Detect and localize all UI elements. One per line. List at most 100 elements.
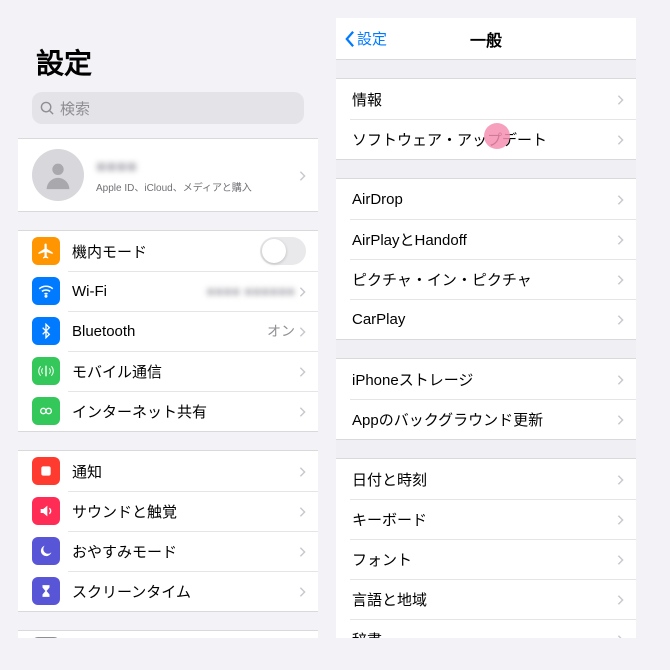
locale-group: 日付と時刻 キーボード フォント 言語と地域 辞書 — [336, 458, 636, 638]
chevron-right-icon — [617, 473, 624, 485]
chevron-right-icon — [299, 169, 306, 181]
dnd-label: おやすみモード — [72, 541, 299, 562]
bgapp-label: Appのバックグラウンド更新 — [352, 409, 617, 430]
screentime-row[interactable]: スクリーンタイム — [18, 571, 318, 611]
airdrop-row[interactable]: AirDrop — [336, 179, 636, 219]
chevron-right-icon — [617, 273, 624, 285]
datetime-label: 日付と時刻 — [352, 469, 617, 490]
screentime-label: スクリーンタイム — [72, 581, 299, 602]
gear-icon — [32, 637, 60, 638]
chevron-right-icon — [617, 513, 624, 525]
hotspot-row[interactable]: インターネット共有 — [18, 391, 318, 431]
navbar-title: 一般 — [470, 27, 502, 51]
carplay-row[interactable]: CarPlay — [336, 299, 636, 339]
chevron-right-icon — [617, 233, 624, 245]
airplane-icon — [32, 237, 60, 265]
font-row[interactable]: フォント — [336, 539, 636, 579]
airdrop-label: AirDrop — [352, 191, 617, 208]
connectivity-group: 機内モード Wi-Fi ■■■■ ■■■■■■ Bluetooth オン モバイ… — [18, 230, 318, 432]
chevron-right-icon — [299, 325, 306, 337]
dict-row[interactable]: 辞書 — [336, 619, 636, 638]
pip-row[interactable]: ピクチャ・イン・ピクチャ — [336, 259, 636, 299]
storage-row[interactable]: iPhoneストレージ — [336, 359, 636, 399]
airplay-label: AirPlayとHandoff — [352, 229, 617, 250]
font-label: フォント — [352, 549, 617, 570]
chevron-right-icon — [617, 633, 624, 638]
system-group: 一般 コントロールセンター — [18, 630, 318, 638]
pip-label: ピクチャ・イン・ピクチャ — [352, 269, 617, 290]
wifi-icon — [32, 277, 60, 305]
notifications-label: 通知 — [72, 461, 299, 482]
about-group: 情報 ソフトウェア・アップデート — [336, 78, 636, 160]
appleid-sub: Apple ID、iCloud、メディアと購入 — [96, 179, 299, 194]
about-label: 情報 — [352, 89, 617, 110]
storage-group: iPhoneストレージ Appのバックグラウンド更新 — [336, 358, 636, 440]
sharing-group: AirDrop AirPlayとHandoff ピクチャ・イン・ピクチャ Car… — [336, 178, 636, 340]
bluetooth-row[interactable]: Bluetooth オン — [18, 311, 318, 351]
navbar: 設定 一般 — [336, 18, 636, 60]
search-input[interactable]: 検索 — [32, 92, 304, 124]
chevron-right-icon — [617, 593, 624, 605]
sounds-label: サウンドと触覚 — [72, 501, 299, 522]
update-row[interactable]: ソフトウェア・アップデート — [336, 119, 636, 159]
carplay-label: CarPlay — [352, 311, 617, 328]
back-label: 設定 — [357, 28, 387, 49]
keyboard-label: キーボード — [352, 509, 617, 530]
chevron-right-icon — [299, 505, 306, 517]
notifications-group: 通知 サウンドと触覚 おやすみモード スクリーンタイム — [18, 450, 318, 612]
storage-label: iPhoneストレージ — [352, 369, 617, 390]
moon-icon — [32, 537, 60, 565]
bluetooth-value: オン — [267, 321, 295, 341]
cellular-row[interactable]: モバイル通信 — [18, 351, 318, 391]
search-placeholder: 検索 — [60, 98, 90, 119]
chevron-right-icon — [299, 545, 306, 557]
airplane-label: 機内モード — [72, 241, 260, 262]
appleid-row[interactable]: ■■■■ Apple ID、iCloud、メディアと購入 — [18, 139, 318, 211]
appleid-name: ■■■■ — [96, 157, 299, 177]
general-screen: 設定 一般 情報 ソフトウェア・アップデート AirDrop AirPlayとH… — [336, 18, 636, 638]
appleid-group: ■■■■ Apple ID、iCloud、メディアと購入 — [18, 138, 318, 212]
cellular-label: モバイル通信 — [72, 361, 299, 382]
notifications-row[interactable]: 通知 — [18, 451, 318, 491]
update-label: ソフトウェア・アップデート — [352, 129, 617, 150]
wifi-label: Wi-Fi — [72, 283, 207, 300]
sounds-row[interactable]: サウンドと触覚 — [18, 491, 318, 531]
hotspot-label: インターネット共有 — [72, 401, 299, 422]
wifi-row[interactable]: Wi-Fi ■■■■ ■■■■■■ — [18, 271, 318, 311]
settings-root-screen: 設定 検索 ■■■■ Apple ID、iCloud、メディアと購入 機内モード… — [18, 18, 318, 638]
chevron-right-icon — [617, 133, 624, 145]
chevron-right-icon — [617, 193, 624, 205]
chevron-right-icon — [617, 93, 624, 105]
hotspot-icon — [32, 397, 60, 425]
chevron-right-icon — [299, 465, 306, 477]
avatar — [32, 149, 84, 201]
airplane-toggle[interactable] — [260, 237, 306, 265]
chevron-right-icon — [617, 373, 624, 385]
page-title: 設定 — [18, 18, 318, 92]
bluetooth-label: Bluetooth — [72, 323, 267, 340]
airplay-row[interactable]: AirPlayとHandoff — [336, 219, 636, 259]
airplane-row[interactable]: 機内モード — [18, 231, 318, 271]
about-row[interactable]: 情報 — [336, 79, 636, 119]
datetime-row[interactable]: 日付と時刻 — [336, 459, 636, 499]
keyboard-row[interactable]: キーボード — [336, 499, 636, 539]
chevron-right-icon — [299, 405, 306, 417]
chevron-right-icon — [299, 365, 306, 377]
general-row[interactable]: 一般 — [18, 631, 318, 638]
dnd-row[interactable]: おやすみモード — [18, 531, 318, 571]
search-icon — [40, 101, 55, 116]
lang-label: 言語と地域 — [352, 589, 617, 610]
chevron-right-icon — [617, 413, 624, 425]
cellular-icon — [32, 357, 60, 385]
chevron-left-icon — [344, 30, 355, 48]
chevron-right-icon — [617, 313, 624, 325]
wifi-value: ■■■■ ■■■■■■ — [207, 283, 295, 299]
back-button[interactable]: 設定 — [344, 28, 387, 49]
lang-row[interactable]: 言語と地域 — [336, 579, 636, 619]
bgapp-row[interactable]: Appのバックグラウンド更新 — [336, 399, 636, 439]
bluetooth-icon — [32, 317, 60, 345]
sounds-icon — [32, 497, 60, 525]
chevron-right-icon — [299, 285, 306, 297]
chevron-right-icon — [299, 585, 306, 597]
notifications-icon — [32, 457, 60, 485]
